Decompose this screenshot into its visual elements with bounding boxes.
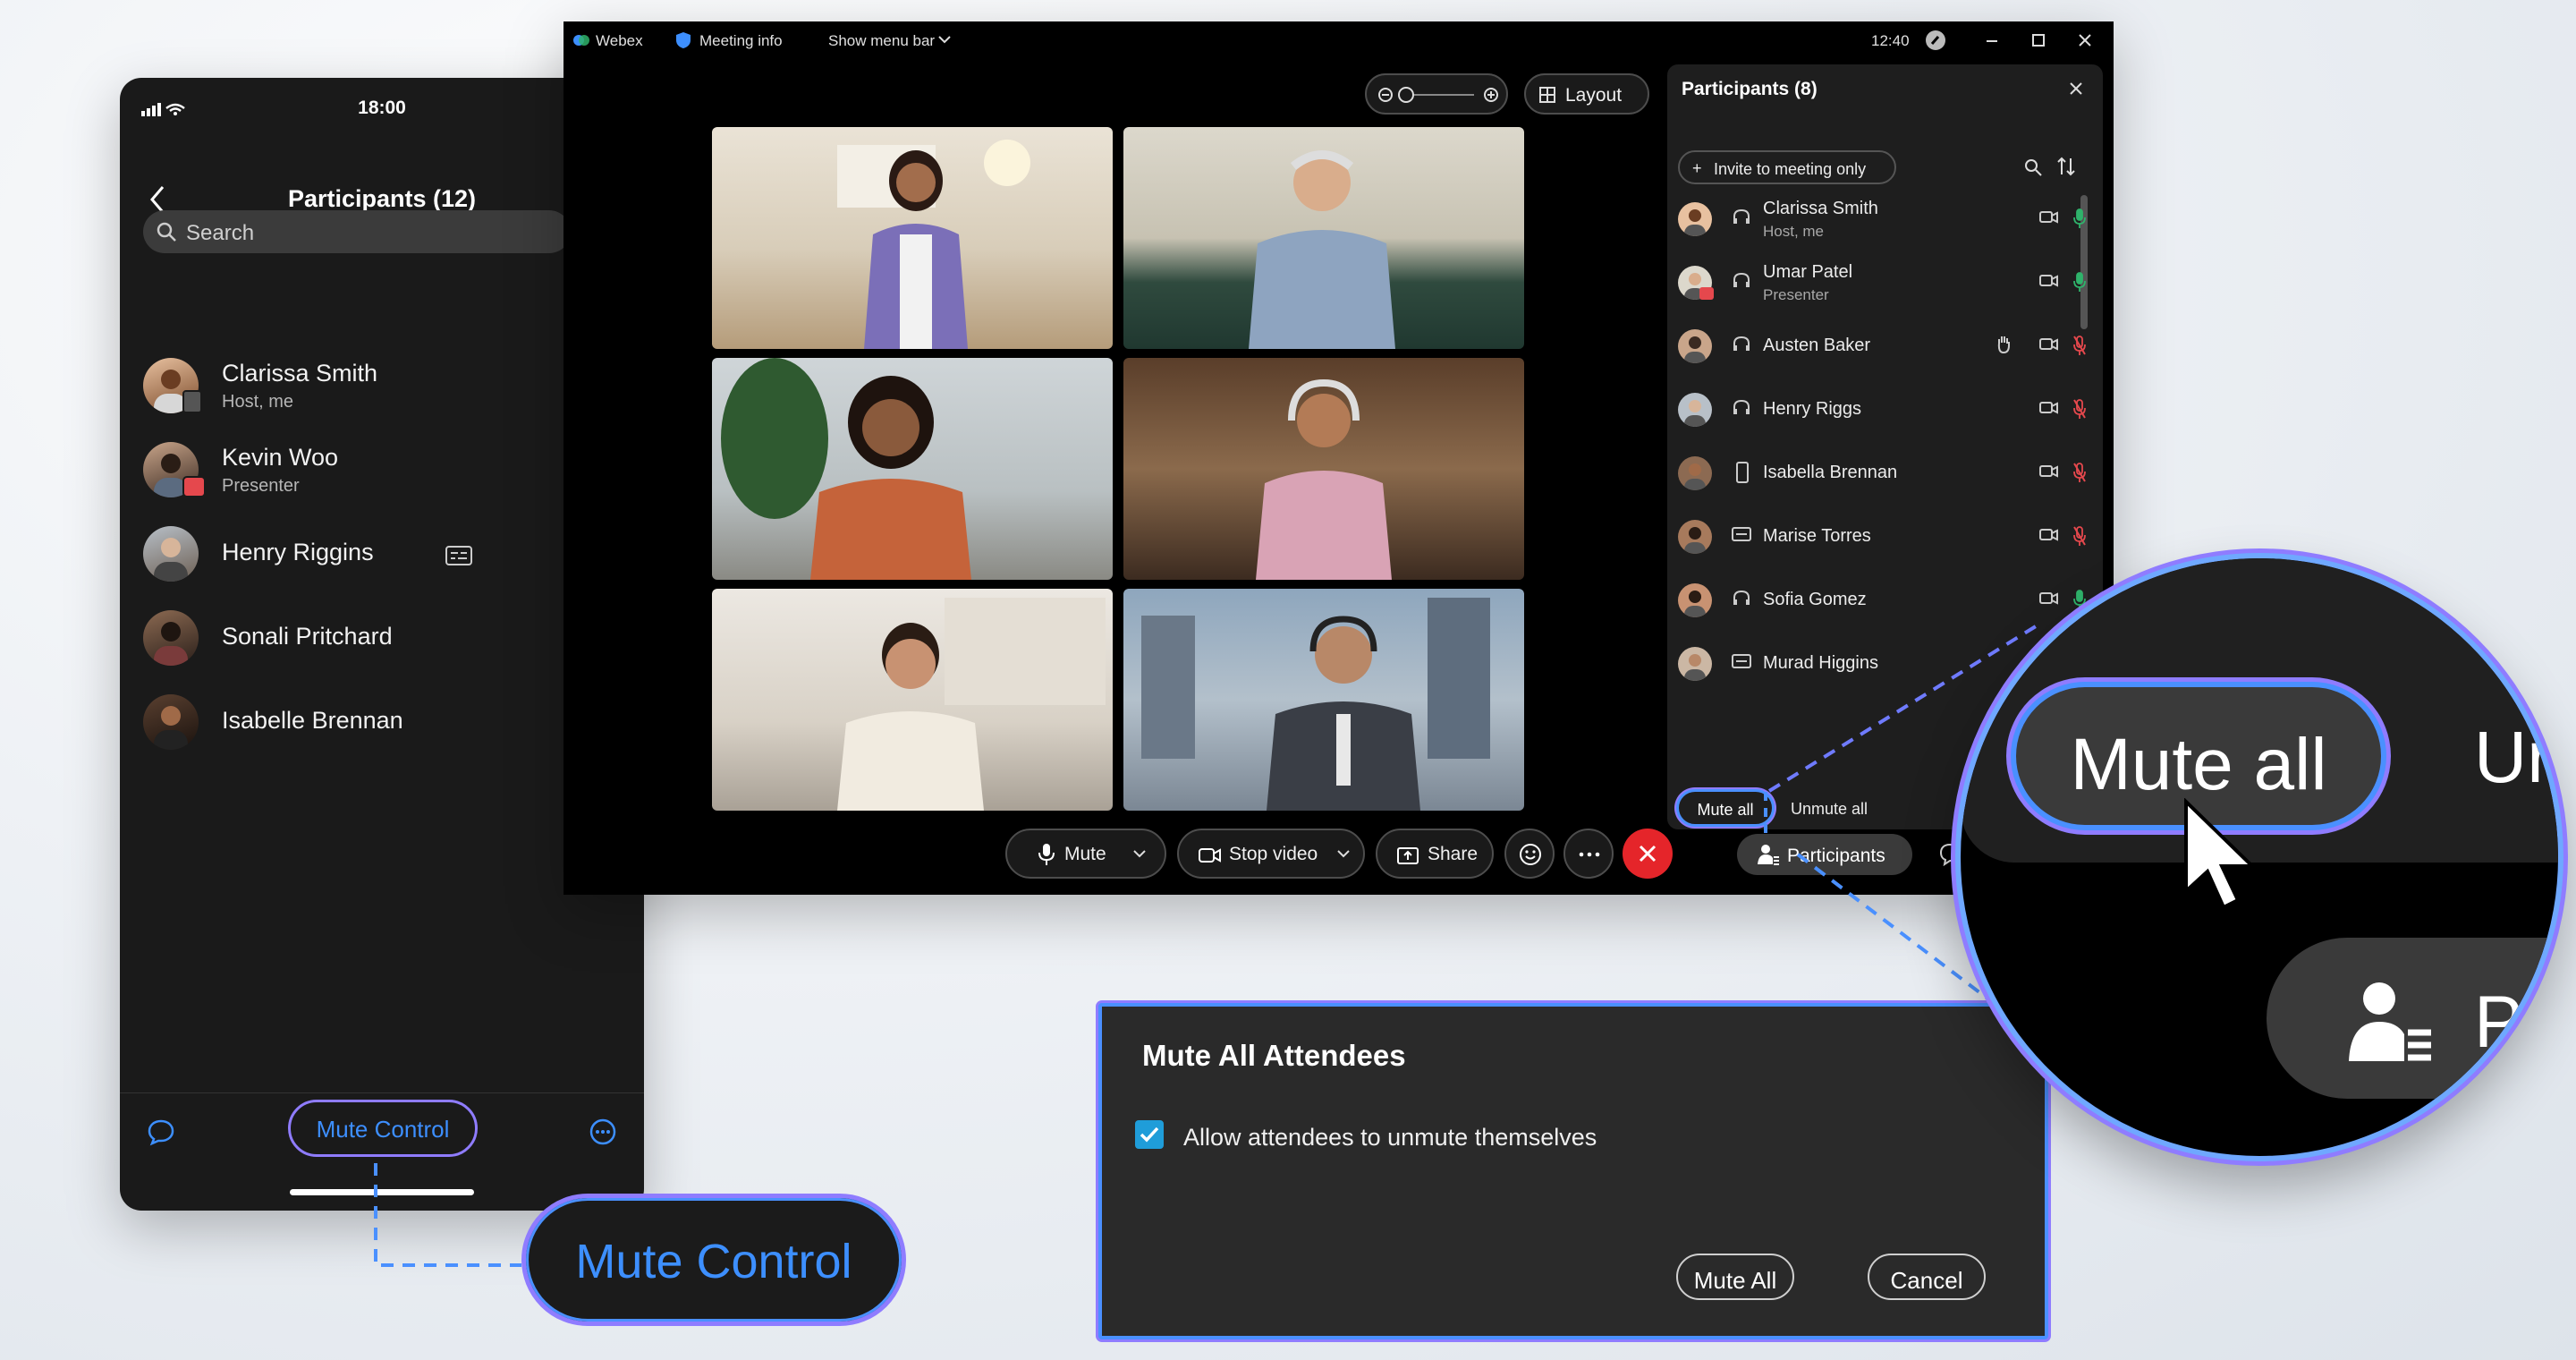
cancel-button[interactable]: Cancel: [1868, 1254, 1986, 1300]
magnified-participants-text: P: [2474, 982, 2523, 1063]
checkbox-label: Allow attendees to unmute themselves: [1183, 1124, 1597, 1151]
mute-control-callout-label: Mute Control: [575, 1235, 852, 1288]
mute-control-callout: Mute Control: [521, 1194, 906, 1326]
checkmark-icon: [1140, 1126, 1159, 1143]
magnified-unmute-text: Ur: [2474, 717, 2552, 798]
mouse-cursor-icon: [2184, 798, 2257, 910]
dialog-title: Mute All Attendees: [1142, 1039, 1406, 1072]
zoom-magnifier: Mute all Ur P: [1955, 553, 2563, 1161]
confirm-label: Mute All: [1693, 1267, 1777, 1294]
allow-unmute-checkbox[interactable]: [1135, 1120, 1164, 1149]
magnified-participants-button: P: [2267, 938, 2558, 1099]
cancel-label: Cancel: [1890, 1267, 1963, 1294]
mute-all-dialog: Mute All Attendees Allow attendees to un…: [1098, 1003, 2048, 1339]
participants-icon: [2349, 982, 2431, 1061]
magnified-mute-all-label: Mute all: [2070, 724, 2327, 805]
confirm-mute-all-button[interactable]: Mute All: [1676, 1254, 1794, 1300]
